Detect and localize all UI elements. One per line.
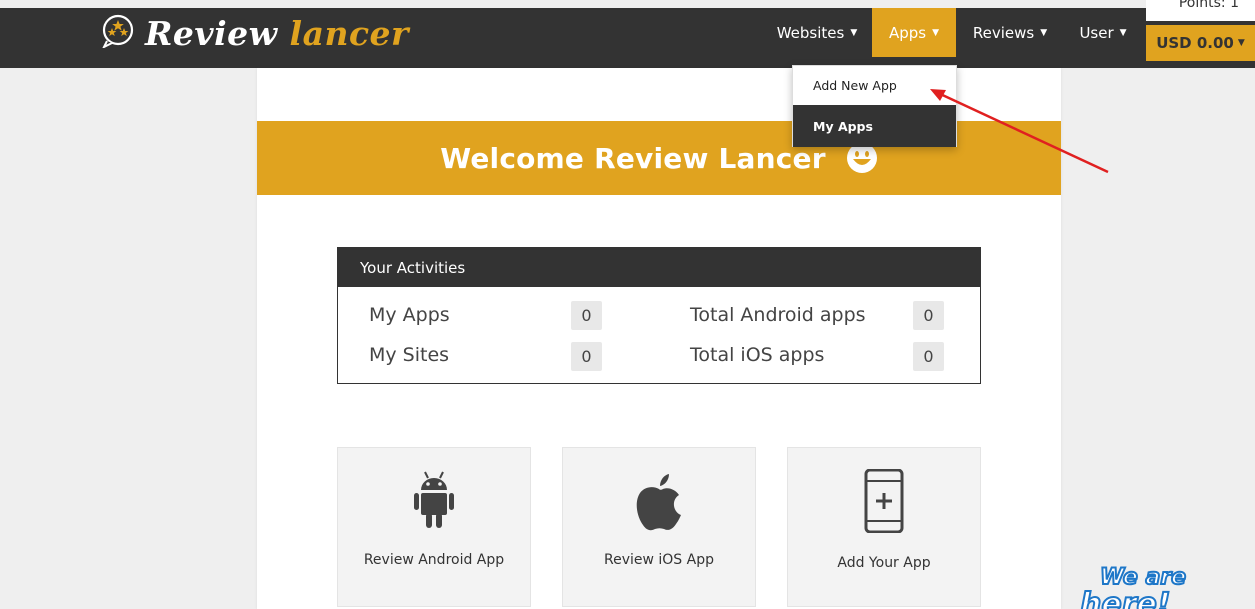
nav-websites-label: Websites (776, 23, 845, 42)
apps-dropdown-menu: Add New App My Apps (792, 65, 957, 147)
activity-count-total-ios: 0 (913, 342, 944, 371)
activity-count-my-sites: 0 (571, 342, 602, 371)
apple-icon (636, 474, 681, 531)
caret-down-icon: ▼ (1237, 38, 1245, 48)
activity-count-total-android: 0 (913, 301, 944, 330)
caret-down-icon: ▼ (932, 27, 940, 38)
brand-logo[interactable]: Review lancer (101, 8, 409, 66)
nav-user[interactable]: User ▼ (1066, 8, 1140, 57)
activities-header: Your Activities (338, 248, 980, 287)
nav-apps-label: Apps (888, 23, 927, 42)
review-ios-label: Review iOS App (604, 552, 714, 568)
star-chat-icon (102, 14, 134, 48)
activity-label-total-ios: Total iOS apps (690, 344, 825, 366)
review-android-label: Review Android App (363, 552, 505, 568)
menu-item-my-apps[interactable]: My Apps (793, 105, 956, 147)
review-ios-card[interactable]: Review iOS App (562, 447, 756, 607)
activity-label-my-sites: My Sites (369, 344, 450, 366)
watermark-line2: here! (1079, 586, 1172, 609)
caret-down-icon: ▼ (1040, 27, 1048, 38)
nav-websites[interactable]: Websites ▼ (762, 8, 872, 57)
nav-apps[interactable]: Apps ▼ (872, 8, 956, 57)
android-icon (414, 471, 454, 528)
brand-word-review: Review (145, 13, 278, 53)
nav-reviews[interactable]: Reviews ▼ (958, 8, 1062, 57)
add-your-app-label: Add Your App (837, 555, 931, 571)
welcome-title: Welcome Review Lancer (440, 141, 826, 175)
activity-count-my-apps: 0 (571, 301, 602, 330)
activity-label-my-apps: My Apps (369, 304, 450, 326)
review-android-card[interactable]: Review Android App (337, 447, 531, 607)
activity-label-total-android: Total Android apps (690, 304, 866, 326)
points-display: Points: 1 (1146, 0, 1255, 21)
nav-reviews-label: Reviews (972, 23, 1035, 42)
menu-item-add-new-app[interactable]: Add New App (793, 66, 956, 105)
top-navbar: Review lancer Websites ▼ Apps ▼ Reviews ▼ Us… (0, 8, 1255, 68)
caret-down-icon: ▼ (850, 27, 858, 38)
add-mobile-icon (864, 469, 904, 533)
activities-box: Your Activities My Apps 0 My Sites 0 Tot… (337, 247, 981, 384)
brand-word-lancer: lancer (289, 13, 409, 53)
caret-down-icon: ▼ (1119, 27, 1127, 38)
currency-balance-button[interactable]: USD 0.00 ▼ (1146, 25, 1255, 61)
add-your-app-card[interactable]: Add Your App (787, 447, 981, 607)
currency-balance-label: USD 0.00 (1156, 34, 1234, 52)
nav-user-label: User (1079, 23, 1114, 42)
